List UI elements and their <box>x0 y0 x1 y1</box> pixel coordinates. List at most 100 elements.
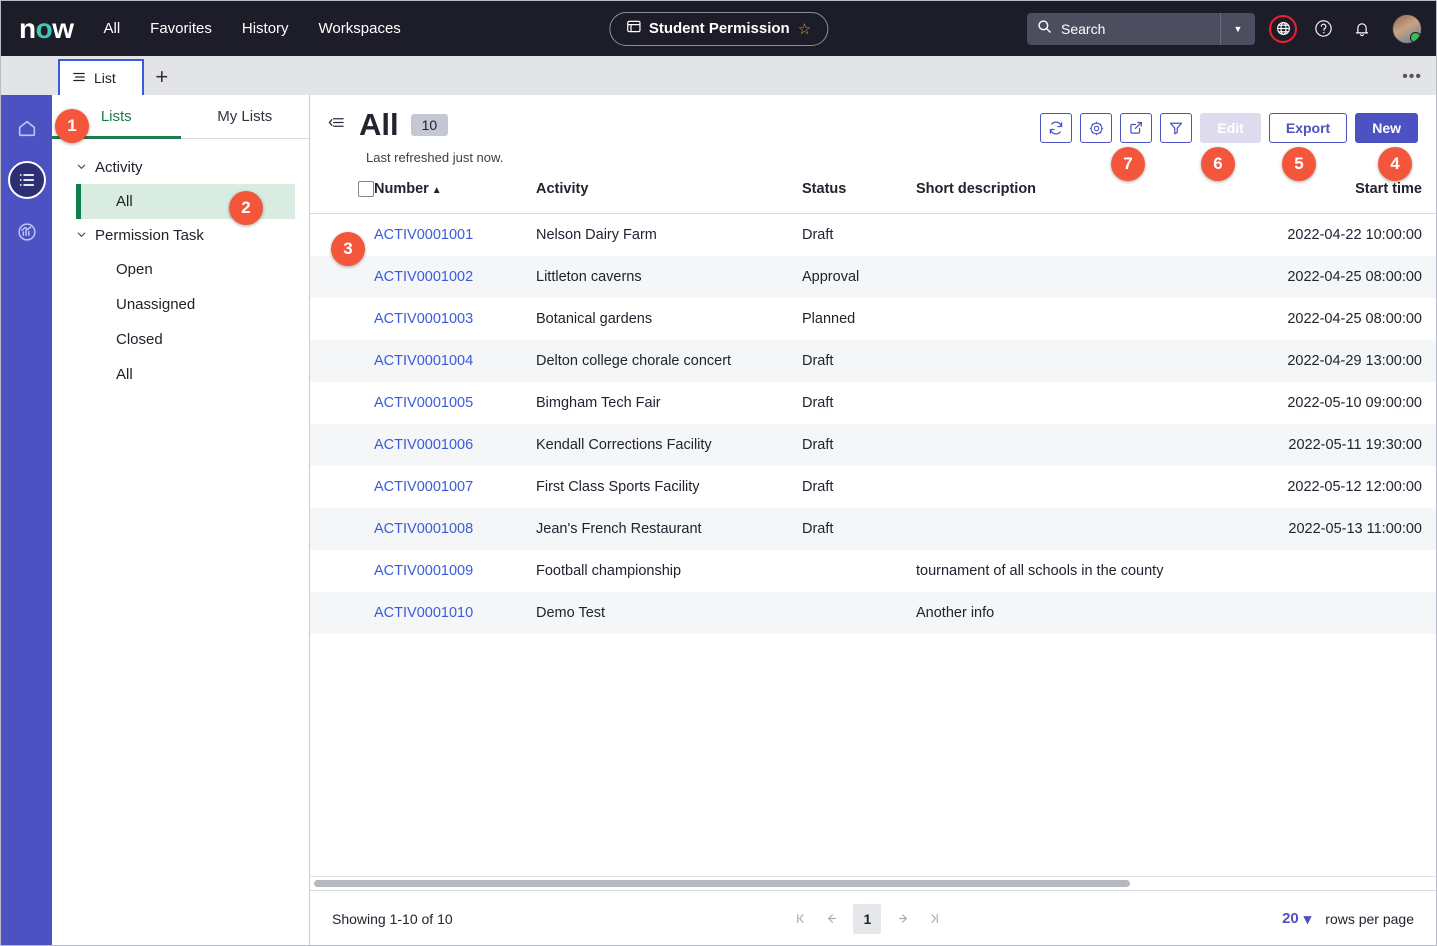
application-pill[interactable]: Student Permission ☆ <box>608 11 829 46</box>
horizontal-scrollbar[interactable] <box>310 876 1436 890</box>
cell-activity: Jean's French Restaurant <box>536 521 702 537</box>
row-select-cell[interactable] <box>310 508 366 550</box>
record-link[interactable]: ACTIV0001006 <box>374 437 473 453</box>
cell-activity: Nelson Dairy Farm <box>536 227 657 243</box>
record-link[interactable]: ACTIV0001002 <box>374 269 473 285</box>
cell-short-description <box>908 298 1230 340</box>
notification-bell-icon[interactable] <box>1349 16 1375 42</box>
global-search[interactable]: Search ▼ <box>1027 12 1255 45</box>
search-placeholder: Search <box>1061 20 1106 37</box>
new-button[interactable]: New <box>1355 113 1418 143</box>
select-all-checkbox[interactable] <box>358 181 374 197</box>
tree-group-activity[interactable]: Activity <box>52 151 309 184</box>
row-select-cell[interactable] <box>310 298 366 340</box>
row-select-cell[interactable] <box>310 424 366 466</box>
tab-list[interactable]: List <box>58 59 144 95</box>
nav-item-history[interactable]: History <box>242 20 289 37</box>
table-row[interactable]: ACTIV0001008 Jean's French Restaurant Draf… <box>310 508 1436 550</box>
record-link[interactable]: ACTIV0001005 <box>374 395 473 411</box>
application-icon <box>626 19 641 39</box>
cell-short-description: tournament of all schools in the county <box>916 563 1164 579</box>
row-select-cell[interactable] <box>310 382 366 424</box>
scrollbar-thumb[interactable] <box>314 880 1131 887</box>
annotation-marker-1: 1 <box>55 109 89 143</box>
export-button[interactable]: Export <box>1268 113 1348 143</box>
search-input[interactable]: Search <box>1027 12 1221 45</box>
list-header: All 10 Last refreshed just now. Edit Exp… <box>310 95 1436 171</box>
refresh-icon[interactable] <box>1040 113 1073 143</box>
annotation-marker-2: 2 <box>229 191 263 225</box>
column-header-status[interactable]: Status <box>794 171 908 214</box>
table-row[interactable]: ACTIV0001007 First Class Sports Facility D… <box>310 466 1436 508</box>
first-page-button[interactable] <box>788 906 814 932</box>
table-row[interactable]: ACTIV0001010 Demo Test Another info <box>310 592 1436 634</box>
search-dropdown-caret-icon[interactable]: ▼ <box>1221 24 1255 34</box>
previous-page-button[interactable] <box>818 906 844 932</box>
analytics-icon[interactable] <box>8 213 46 251</box>
table-row[interactable]: ACTIV0001004 Delton college chorale conce… <box>310 340 1436 382</box>
filter-icon[interactable] <box>1160 113 1193 143</box>
home-icon[interactable] <box>8 109 46 147</box>
cell-short-description <box>908 382 1230 424</box>
rows-per-page-select[interactable]: 20 ▾ <box>1282 910 1311 928</box>
record-link[interactable]: ACTIV0001004 <box>374 353 473 369</box>
cell-short-description <box>908 424 1230 466</box>
tree-item-closed[interactable]: Closed <box>52 322 309 357</box>
list-icon <box>72 70 86 87</box>
list-icon[interactable] <box>7 161 46 199</box>
favorite-star-icon[interactable]: ☆ <box>798 20 811 38</box>
tree-item-unassigned[interactable]: Unassigned <box>52 287 309 322</box>
table-row[interactable]: ACTIV0001006 Kendall Corrections Facility… <box>310 424 1436 466</box>
lists-tree: Activity All Permission Task Open Unassi… <box>52 139 309 392</box>
table-row[interactable]: ACTIV0001002 Littleton caverns Approval 202… <box>310 256 1436 298</box>
share-export-icon[interactable] <box>1120 113 1153 143</box>
cell-short-description <box>908 508 1230 550</box>
gear-icon[interactable] <box>1080 113 1113 143</box>
row-select-cell[interactable] <box>310 592 366 634</box>
cell-number: ACTIV0001004 <box>366 340 528 382</box>
globe-icon[interactable] <box>1269 14 1297 43</box>
pagination: 1 <box>453 903 1282 934</box>
cell-status: Draft <box>802 521 834 537</box>
record-link[interactable]: ACTIV0001001 <box>374 227 473 243</box>
table-row[interactable]: ACTIV0001003 Botanical gardens Planned 2022… <box>310 298 1436 340</box>
add-tab-button[interactable]: + <box>144 59 180 95</box>
current-page-number[interactable]: 1 <box>853 903 882 934</box>
record-link[interactable]: ACTIV0001009 <box>374 563 473 579</box>
row-select-cell[interactable] <box>310 340 366 382</box>
tree-item-permission-all[interactable]: All <box>52 357 309 392</box>
cell-number: ACTIV0001009 <box>366 550 528 592</box>
now-logo[interactable]: now <box>19 14 74 43</box>
nav-item-workspaces[interactable]: Workspaces <box>319 20 401 37</box>
sidebar-tab-my-lists[interactable]: My Lists <box>181 95 310 138</box>
nav-item-favorites[interactable]: Favorites <box>150 20 212 37</box>
tab-overflow-menu-icon[interactable]: ••• <box>1402 68 1422 86</box>
cell-number: ACTIV0001007 <box>366 466 528 508</box>
list-footer: Showing 1-10 of 10 1 20 ▾ rows per page <box>310 890 1436 945</box>
cell-start-time: 2022-04-22 10:00:00 <box>1287 227 1422 243</box>
record-link[interactable]: ACTIV0001003 <box>374 311 473 327</box>
column-header-activity[interactable]: Activity <box>528 171 794 214</box>
record-link[interactable]: ACTIV0001008 <box>374 521 473 537</box>
record-link[interactable]: ACTIV0001010 <box>374 605 473 621</box>
tree-item-open[interactable]: Open <box>52 252 309 287</box>
row-select-cell[interactable] <box>310 466 366 508</box>
edit-button[interactable]: Edit <box>1200 113 1261 143</box>
next-page-button[interactable] <box>890 906 916 932</box>
last-page-button[interactable] <box>920 906 946 932</box>
table-row[interactable]: ACTIV0001009 Football championship tournam… <box>310 550 1436 592</box>
table-row[interactable]: ACTIV0001005 Bimgham Tech Fair Draft 2022-0… <box>310 382 1436 424</box>
column-header-short-description[interactable]: Short description <box>908 171 1230 214</box>
tree-group-permission-task[interactable]: Permission Task <box>52 219 309 252</box>
record-link[interactable]: ACTIV0001007 <box>374 479 473 495</box>
help-icon[interactable] <box>1310 16 1336 42</box>
column-header-number[interactable]: Number ▲ <box>366 171 528 214</box>
table-row[interactable]: ACTIV0001001 Nelson Dairy Farm Draft 2022-0… <box>310 214 1436 257</box>
collapse-sidebar-icon[interactable] <box>328 115 345 135</box>
nav-item-all[interactable]: All <box>104 20 121 37</box>
body: Lists My Lists Activity All Permission T… <box>1 95 1436 945</box>
user-avatar[interactable] <box>1392 13 1422 44</box>
cell-activity: Kendall Corrections Facility <box>536 437 712 453</box>
row-select-cell[interactable] <box>310 550 366 592</box>
tree-item-activity-all[interactable]: All <box>76 184 295 219</box>
